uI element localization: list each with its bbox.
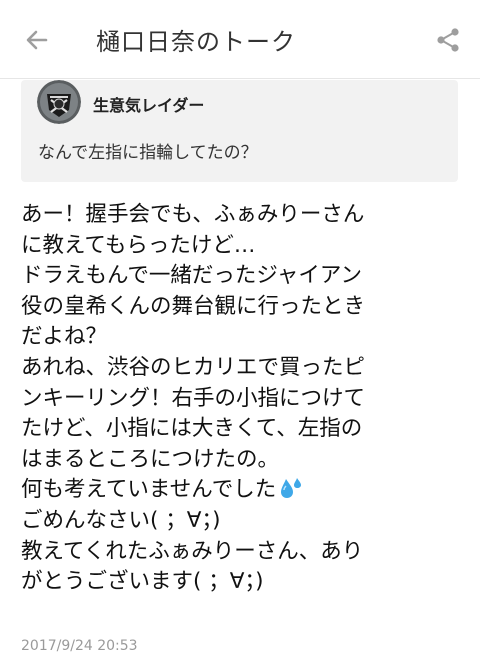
sweat-drops-icon xyxy=(281,478,302,499)
post-body: あー！握手会でも、ふぁみりーさん に教えてもらったけど… ドラえもんで一緒だったジャ… xyxy=(21,200,471,598)
post-line: はまるところにつけたの。 xyxy=(21,446,280,472)
quoted-author-name: 生意気レイダー xyxy=(93,96,205,115)
post-line: 役の皇希くんの舞台観に行ったとき xyxy=(21,293,366,319)
post-line: ドラえもんで一緒だったジャイアン xyxy=(21,263,362,289)
post-line: ンキーリング！右手の小指につけて xyxy=(21,385,366,411)
post-line: ごめんなさい( ；∀；) xyxy=(21,507,221,533)
post-line: 教えてくれたふぁみりーさん、あり xyxy=(21,538,364,564)
page-title: 樋口日奈のトーク xyxy=(96,28,296,56)
quoted-message: 生意気レイダー なんで左指に指輪してたの？ xyxy=(21,80,458,182)
post-line: あー！握手会でも、ふぁみりーさん xyxy=(21,202,365,227)
post-line: あれね、渋谷のヒカリエで買ったピ xyxy=(21,354,366,380)
post-line: に教えてもらったけど… xyxy=(21,232,256,258)
raiders-logo-icon xyxy=(37,80,81,124)
post-line-with-emoji: 何も考えていませんでした xyxy=(21,475,471,506)
post-line: たけど、小指には大きくて、左指の xyxy=(21,416,363,442)
share-icon[interactable] xyxy=(434,26,462,54)
quoted-text: なんで左指に指輪してたの？ xyxy=(38,143,258,163)
top-bar: 樋口日奈のトーク xyxy=(0,0,480,79)
post-line: 何も考えていませんでした xyxy=(21,477,277,503)
post-line: だよね？ xyxy=(21,324,108,350)
arrow-left-icon[interactable] xyxy=(22,25,52,55)
post-line: がとうございます( ；∀；) xyxy=(21,569,264,595)
timestamp: 2017/9/24 20:53 xyxy=(21,638,138,654)
avatar[interactable] xyxy=(37,80,81,124)
